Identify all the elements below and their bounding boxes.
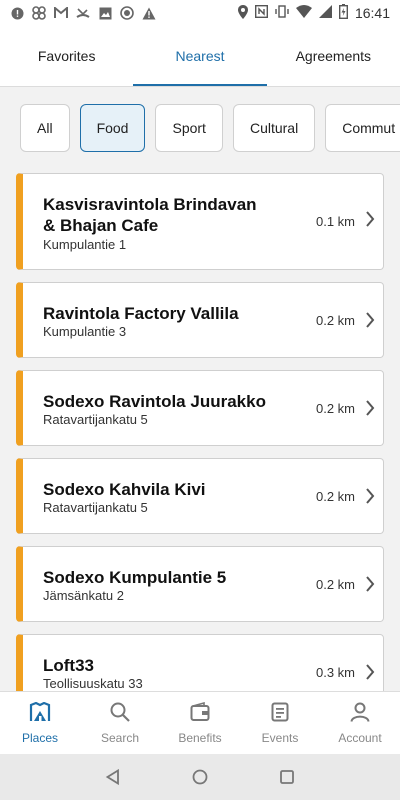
places-icon	[29, 701, 51, 725]
back-icon[interactable]	[103, 767, 123, 787]
nav-label: Places	[21, 731, 59, 745]
place-card[interactable]: Loft33 Teollisuuskatu 33 0.3 km	[16, 634, 384, 691]
nav-benefits[interactable]: Benefits	[160, 692, 240, 755]
location-icon	[237, 4, 248, 22]
nav-label: Search	[100, 731, 140, 745]
place-distance: 0.2 km	[315, 313, 355, 328]
nav-label: Events	[261, 731, 299, 745]
place-card[interactable]: Sodexo Ravintola Juurakko Ratavartijanka…	[16, 370, 384, 446]
filter-chip-food[interactable]: Food	[79, 104, 146, 152]
nfc-icon	[254, 4, 268, 21]
tab-favorites[interactable]: Favorites	[0, 26, 133, 86]
bottom-nav: Places Search Benefits Events Account	[0, 691, 400, 755]
alert-circle-icon	[10, 6, 24, 20]
chevron-right-icon	[365, 575, 375, 598]
place-distance: 0.2 km	[315, 489, 355, 504]
clock: 16:41	[354, 5, 390, 21]
gmail-icon	[54, 6, 68, 20]
place-card[interactable]: Ravintola Factory Vallila Kumpulantie 3 …	[16, 282, 384, 358]
place-distance: 0.2 km	[315, 577, 355, 592]
place-name: Sodexo Kahvila Kivi	[43, 480, 206, 499]
wallet-icon	[190, 701, 210, 725]
filter-chip-sport[interactable]: Sport	[155, 104, 223, 152]
chevron-right-icon	[365, 210, 375, 233]
chevron-right-icon	[365, 663, 375, 686]
nav-search[interactable]: Search	[80, 692, 160, 755]
place-name: Sodexo Ravintola Juurakko	[43, 392, 266, 411]
nav-events[interactable]: Events	[240, 692, 320, 755]
filter-chip-cultural[interactable]: Cultural	[232, 104, 316, 152]
place-name: Sodexo Kumpulantie 5	[43, 568, 227, 587]
home-icon[interactable]	[190, 767, 210, 787]
chevron-right-icon	[365, 399, 375, 422]
account-icon	[350, 702, 370, 725]
place-name: Ravintola Factory Vallila	[43, 304, 239, 323]
tab-nearest[interactable]: Nearest	[133, 26, 267, 86]
place-name: Kasvisravintola Brindavan & Bhajan Cafe	[43, 195, 257, 235]
pinwheel-icon	[32, 6, 46, 20]
places-list: Kasvisravintola Brindavan & Bhajan Cafe …	[16, 173, 384, 691]
place-address: Kumpulantie 3	[43, 324, 127, 339]
chevron-right-icon	[365, 311, 375, 334]
image-icon	[98, 6, 112, 20]
warning-icon	[142, 6, 156, 20]
place-distance: 0.1 km	[315, 214, 355, 229]
nav-label: Benefits	[178, 731, 222, 745]
place-address: Teollisuuskatu 33	[43, 676, 143, 691]
system-nav-bar	[0, 754, 400, 800]
wifi-icon	[295, 5, 312, 21]
search-icon	[110, 702, 130, 725]
nav-places[interactable]: Places	[0, 692, 80, 755]
battery-icon	[338, 4, 348, 22]
chevron-right-icon	[365, 487, 375, 510]
place-distance: 0.2 km	[315, 401, 355, 416]
place-address: Kumpulantie 1	[43, 237, 127, 252]
recents-icon[interactable]	[277, 767, 297, 787]
events-icon	[271, 702, 289, 725]
place-distance: 0.3 km	[315, 665, 355, 680]
filter-chip-commute[interactable]: Commut	[325, 104, 400, 152]
missed-call-icon	[76, 6, 90, 20]
place-card[interactable]: Sodexo Kahvila Kivi Ratavartijankatu 5 0…	[16, 458, 384, 534]
nav-account[interactable]: Account	[320, 692, 400, 755]
filter-chip-all[interactable]: All	[20, 104, 70, 152]
place-address: Ratavartijankatu 5	[43, 412, 148, 427]
category-filters: All Food Sport Cultural Commut	[20, 104, 400, 156]
signal-icon	[318, 5, 332, 21]
status-bar: 16:41	[0, 0, 400, 26]
place-name: Loft33	[43, 656, 94, 675]
status-bar-notifications	[0, 6, 156, 20]
record-icon	[120, 6, 134, 20]
vibrate-icon	[275, 5, 289, 21]
nav-label: Account	[338, 731, 382, 745]
tab-agreements[interactable]: Agreements	[267, 26, 400, 86]
place-address: Ratavartijankatu 5	[43, 500, 148, 515]
place-card[interactable]: Kasvisravintola Brindavan & Bhajan Cafe …	[16, 173, 384, 270]
tab-bar: Favorites Nearest Agreements	[0, 26, 400, 87]
place-address: Jämsänkatu 2	[43, 588, 124, 603]
place-card[interactable]: Sodexo Kumpulantie 5 Jämsänkatu 2 0.2 km	[16, 546, 384, 622]
status-bar-system: 16:41	[237, 4, 400, 22]
